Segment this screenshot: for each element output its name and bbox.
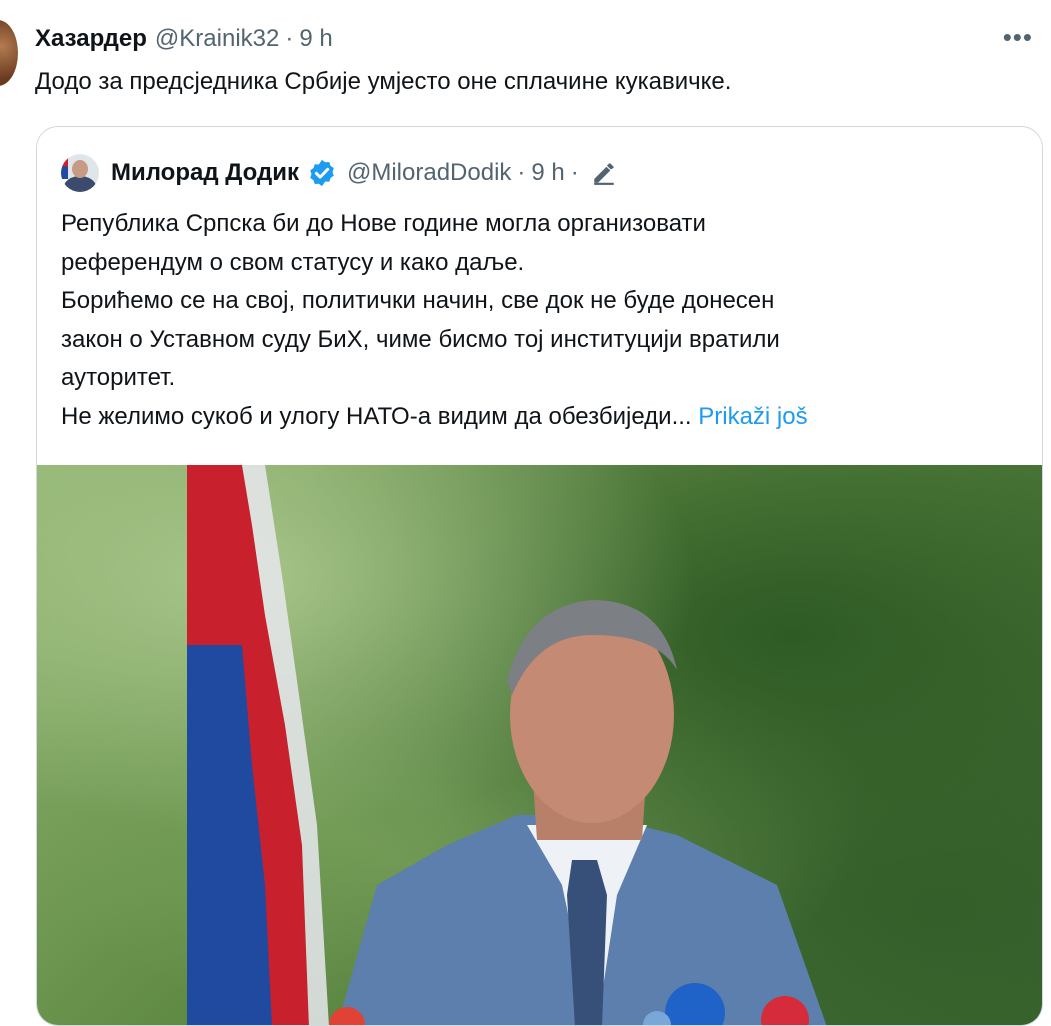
quoted-author-avatar[interactable] [61,154,99,192]
quoted-text-line: Република Српска би до Нове године могла… [61,210,706,237]
quoted-text-line: закон о Уставном суду БиХ, чиме бисмо то… [61,325,780,353]
verified-badge-icon [310,159,334,187]
show-more-link[interactable]: Prikaži još [698,403,807,430]
quoted-author-name[interactable]: Милорад Додик [111,159,299,187]
quoted-text-last-line: Не желимо сукоб и улогу НАТО-а видим да … [61,398,1011,437]
tweet-text: Додо за предсједника Србије умјесто оне … [35,68,732,95]
quoted-text-line: референдум о свом статусу и како даље. [61,248,525,276]
author-name[interactable]: Хазардер [35,25,147,53]
quoted-tweet-time[interactable]: 9 h [531,159,564,187]
quoted-text-line: ауторитет. [61,364,176,391]
author-handle[interactable]: @Krainik32 [155,25,279,53]
quoted-tweet-text: Република Српска би до Нове године могла… [61,205,1011,436]
separator-dot: · [285,25,294,52]
photo-illustration [187,465,827,1025]
author-avatar[interactable] [0,20,18,86]
tweet-header: Хазардер @Krainik32 · 9 h [35,22,333,56]
quoted-text-line: Борићемо се на свој, политички начин, св… [61,287,775,314]
separator-dot: · [517,159,526,186]
quoted-tweet-header: Милорад Додик @MiloradDodik · 9 h · [61,151,617,195]
quoted-author-handle[interactable]: @MiloradDodik [347,159,511,187]
quoted-tweet-photo[interactable] [37,465,1042,1025]
quoted-tweet-card[interactable]: Милорад Додик @MiloradDodik · 9 h · Репу… [36,126,1043,1026]
tweet-time[interactable]: 9 h [299,25,332,53]
separator-dot: · [570,159,579,186]
ellipsis-icon[interactable]: ••• [1003,22,1033,53]
quoted-text-line: Не желимо сукоб и улогу НАТО-а видим да … [61,402,692,430]
pencil-icon[interactable] [591,160,617,186]
